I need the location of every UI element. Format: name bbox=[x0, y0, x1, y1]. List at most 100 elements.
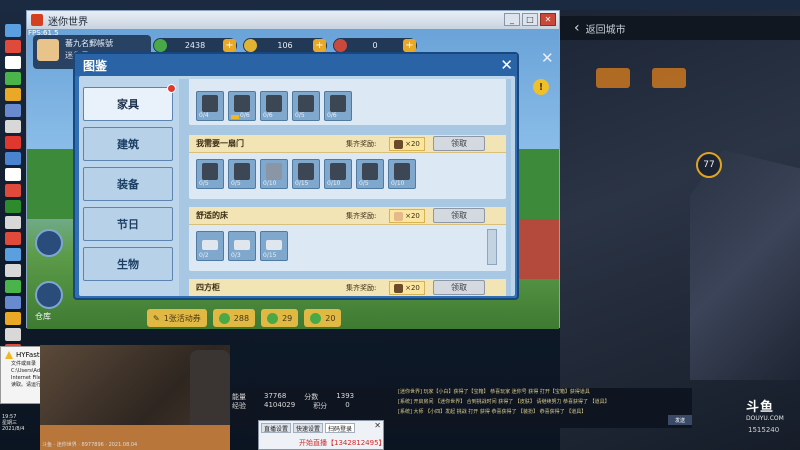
level-ring-badge: 77 bbox=[696, 152, 722, 178]
item-count: 0/2 bbox=[199, 252, 209, 259]
desktop-icon[interactable] bbox=[5, 264, 21, 277]
bed-icon bbox=[234, 240, 250, 250]
claim-button[interactable]: 领取 bbox=[433, 136, 485, 151]
tab-quick-settings[interactable]: 快速设置 bbox=[293, 423, 324, 433]
bottom-bar-item[interactable]: 288 bbox=[212, 309, 256, 327]
clock-date: 2021/8/4 bbox=[2, 426, 25, 432]
desktop-icon[interactable] bbox=[5, 152, 21, 165]
bottom-bar-item[interactable]: 20 bbox=[304, 309, 342, 327]
desktop-icon[interactable] bbox=[5, 296, 21, 309]
desktop-icon[interactable] bbox=[5, 120, 21, 133]
system-clock[interactable]: 19:57 星期三 2021/8/4 bbox=[2, 414, 36, 432]
window-titlebar[interactable]: 迷你世界 _ □ ✕ bbox=[27, 11, 559, 29]
add-currency-button[interactable]: + bbox=[223, 39, 236, 52]
desktop-icon[interactable] bbox=[5, 216, 21, 229]
stream-settings-window: 直播设置 快速设置 扫码登录 ✕ 开始直播【1342812495】 bbox=[258, 420, 386, 450]
category-festival[interactable]: 节日 bbox=[83, 207, 173, 241]
tab-qr-login[interactable]: 扫码登录 bbox=[325, 423, 356, 433]
panel-title: 我需要一扇门 bbox=[196, 139, 244, 148]
desktop-icon[interactable] bbox=[5, 104, 21, 117]
desktop-icon[interactable] bbox=[5, 24, 21, 37]
collection-item[interactable]: 0/5 bbox=[196, 159, 224, 189]
warehouse-button[interactable] bbox=[35, 281, 63, 309]
category-label: 装备 bbox=[117, 178, 139, 191]
stat-label: 分数 bbox=[304, 393, 319, 401]
collection-item[interactable]: 0/15 bbox=[260, 231, 288, 261]
collection-item[interactable]: 0/10 bbox=[324, 159, 352, 189]
close-icon[interactable]: ✕ bbox=[541, 49, 554, 67]
add-currency-button[interactable]: + bbox=[403, 39, 416, 52]
stats-table: 能量 37768 分数 1393 经验 4104029 积分 0 bbox=[232, 392, 354, 410]
cabinet-icon bbox=[298, 95, 314, 112]
player-name: 蕃九名郵帳號 bbox=[65, 39, 113, 48]
add-currency-button[interactable]: + bbox=[313, 39, 326, 52]
desktop-icon[interactable] bbox=[5, 232, 21, 245]
desktop-icon[interactable] bbox=[5, 56, 21, 69]
reward-box: ×20 bbox=[389, 137, 425, 151]
desktop-icon[interactable] bbox=[5, 248, 21, 261]
back-label[interactable]: 返回城市 bbox=[586, 21, 626, 36]
dialog-header: 图鉴 ✕ bbox=[75, 54, 517, 76]
send-button[interactable]: 发送 bbox=[668, 415, 692, 425]
scene-button[interactable] bbox=[652, 68, 686, 88]
desktop-icon[interactable] bbox=[5, 136, 21, 149]
collection-item[interactable]: 0/10 bbox=[260, 159, 288, 189]
item-count: 0/10 bbox=[327, 180, 341, 187]
collection-content[interactable]: 0/4 0/6 0/6 0/5 0/6 我需要一扇门 集齐奖励: ×20 领取 … bbox=[179, 79, 511, 296]
collection-panel: 舒适的床 集齐奖励: ×20 领取 0/2 0/3 0/15 bbox=[189, 207, 506, 271]
claim-button[interactable]: 领取 bbox=[433, 280, 485, 295]
door-icon bbox=[394, 163, 410, 180]
desktop-icon[interactable] bbox=[5, 88, 21, 101]
item-count: 0/10 bbox=[263, 180, 277, 187]
item-count: 0/10 bbox=[391, 180, 405, 187]
category-furniture[interactable]: 家具 bbox=[83, 84, 176, 121]
desktop-icon[interactable] bbox=[5, 280, 21, 293]
collection-item[interactable]: 0/5 bbox=[292, 91, 320, 121]
collection-item[interactable]: 0/3 bbox=[228, 231, 256, 261]
bottom-bar-item[interactable]: 29 bbox=[261, 309, 299, 327]
collection-item[interactable]: 0/6 bbox=[260, 91, 288, 121]
collection-item[interactable]: 0/5 bbox=[228, 159, 256, 189]
hedge bbox=[519, 149, 559, 219]
collection-item[interactable]: 0/6 bbox=[324, 91, 352, 121]
desktop-icon[interactable] bbox=[5, 40, 21, 53]
category-equipment[interactable]: 装备 bbox=[83, 167, 173, 201]
scroll-handle[interactable] bbox=[487, 229, 497, 265]
settings-tabs: 直播设置 快速设置 扫码登录 bbox=[259, 421, 383, 433]
side-menu-button[interactable] bbox=[35, 229, 63, 257]
minimize-button[interactable]: _ bbox=[504, 13, 520, 26]
desktop-icon[interactable] bbox=[5, 328, 21, 341]
door-icon bbox=[202, 163, 218, 180]
collection-item[interactable]: 0/10 bbox=[388, 159, 416, 189]
maximize-button[interactable]: □ bbox=[522, 13, 538, 26]
desktop-icon[interactable] bbox=[5, 72, 21, 85]
collection-item[interactable]: 0/4 bbox=[196, 91, 224, 121]
tab-live-settings[interactable]: 直播设置 bbox=[261, 423, 292, 433]
door-icon bbox=[234, 163, 250, 180]
close-window-button[interactable]: ✕ bbox=[540, 13, 556, 26]
activity-ticket-item[interactable]: ✎ 1张活动券 bbox=[147, 309, 207, 327]
alert-icon[interactable]: ! bbox=[533, 79, 549, 95]
collection-item[interactable]: 0/15 bbox=[292, 159, 320, 189]
item-row: 0/4 0/6 0/6 0/5 0/6 bbox=[189, 79, 506, 127]
desktop-icon[interactable] bbox=[5, 168, 21, 181]
reward-value: ×20 bbox=[405, 140, 420, 148]
close-icon[interactable]: ✕ bbox=[374, 421, 381, 430]
collection-item[interactable]: 0/5 bbox=[356, 159, 384, 189]
back-arrow-icon[interactable]: ‹ bbox=[574, 20, 580, 36]
category-building[interactable]: 建筑 bbox=[83, 127, 173, 161]
category-creature[interactable]: 生物 bbox=[83, 247, 173, 281]
desktop-icon[interactable] bbox=[5, 312, 21, 325]
red-wall bbox=[519, 219, 559, 279]
collection-item[interactable]: 0/6 bbox=[228, 91, 256, 121]
item-count: 0/6 bbox=[327, 112, 337, 119]
desktop-icon[interactable] bbox=[5, 184, 21, 197]
reward-box: ×20 bbox=[389, 281, 425, 295]
avatar[interactable] bbox=[37, 39, 59, 61]
desktop-icon[interactable] bbox=[5, 200, 21, 213]
dialog-close-button[interactable]: ✕ bbox=[500, 56, 513, 74]
collection-item[interactable]: 0/2 bbox=[196, 231, 224, 261]
scene-button[interactable] bbox=[596, 68, 630, 88]
claim-button[interactable]: 领取 bbox=[433, 208, 485, 223]
log-line: [迷你世界] 玩家【小白】获得了【宝箱】 恭喜玩家 迷你号 获得 打开【宝箱】获… bbox=[398, 389, 590, 395]
